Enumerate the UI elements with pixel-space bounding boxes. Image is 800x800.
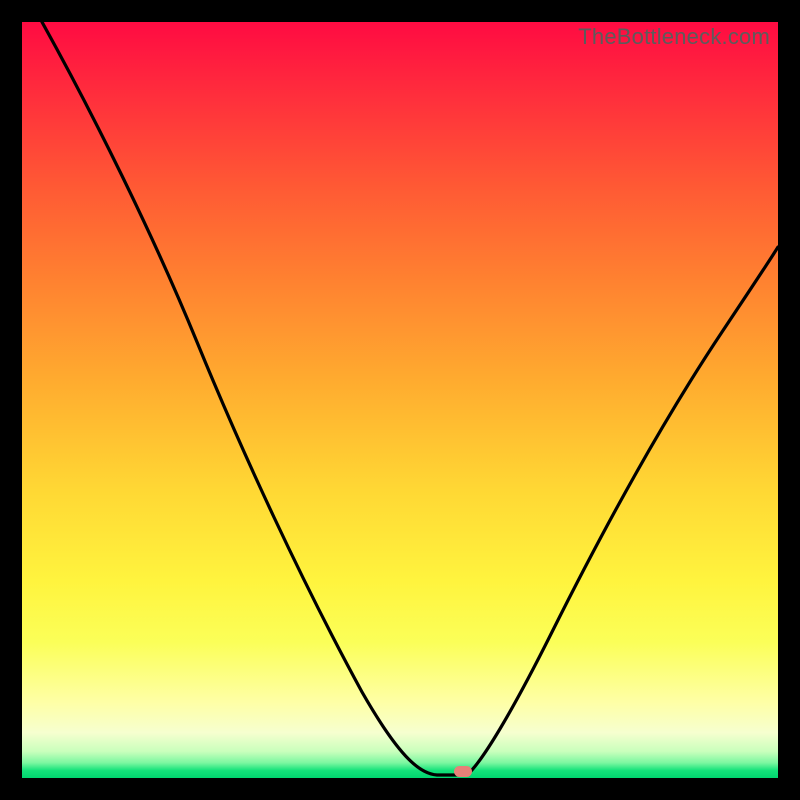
optimum-marker	[454, 766, 472, 777]
plot-area: TheBottleneck.com	[22, 22, 778, 778]
chart-frame: TheBottleneck.com	[0, 0, 800, 800]
curve-path	[42, 22, 778, 775]
bottleneck-curve	[22, 22, 778, 778]
